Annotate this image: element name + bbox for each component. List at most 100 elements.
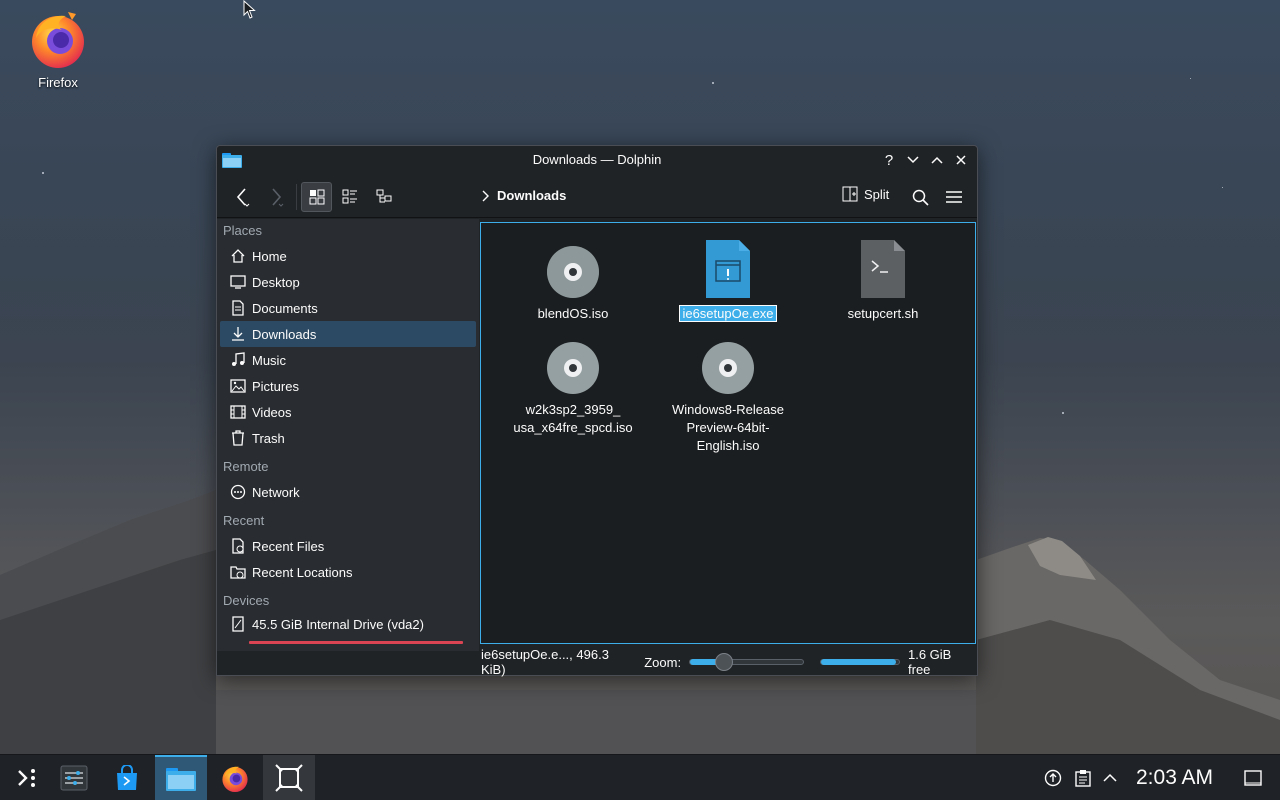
taskbar-firefox[interactable]	[209, 755, 261, 800]
tray-clipboard[interactable]	[1073, 755, 1093, 800]
compact-view-button[interactable]	[335, 182, 365, 212]
hamburger-menu-icon	[946, 191, 962, 203]
tray-expand-button[interactable]	[1100, 755, 1120, 800]
sidebar-item-label: Recent Files	[252, 538, 325, 554]
file-name-line: usa_x64fre_spcd.iso	[513, 420, 633, 435]
selection-info: ie6setupOe.e..., 496.3 KiB)	[481, 647, 609, 677]
application-launcher[interactable]	[0, 755, 52, 800]
maximize-button[interactable]	[927, 150, 947, 170]
application-launcher-icon	[18, 769, 35, 787]
firefox-icon	[222, 766, 248, 793]
disc-image-icon	[702, 342, 754, 394]
sidebar-item-internal-drive[interactable]: 45.5 GiB Internal Drive (vda2)	[220, 613, 476, 635]
zoom-label: Zoom:	[644, 654, 682, 670]
file-name: w2k3sp2_3959_ usa_x64fre_spcd.iso	[503, 401, 643, 437]
sidebar-item-label: Desktop	[252, 274, 300, 290]
taskbar-screenshot-tool[interactable]	[263, 755, 315, 800]
taskbar-system-settings[interactable]	[48, 755, 100, 800]
disc-image-icon	[547, 246, 599, 298]
section-devices: Devices	[223, 593, 270, 608]
file-item[interactable]: blendOS.iso	[503, 235, 643, 323]
zoom-slider-handle[interactable]	[715, 653, 734, 671]
sidebar-item-desktop[interactable]: Desktop	[220, 269, 476, 295]
taskbar-dolphin[interactable]	[155, 755, 207, 800]
split-view-icon	[842, 186, 858, 202]
sidebar-item-network[interactable]: Network	[220, 479, 476, 505]
search-icon	[912, 189, 929, 206]
digital-clock[interactable]: 2:03 AM	[1136, 766, 1213, 790]
executable-icon	[706, 240, 750, 298]
taskbar-discover[interactable]	[101, 755, 153, 800]
sidebar-item-recent-locations[interactable]: Recent Locations	[220, 559, 476, 585]
sidebar-item-trash[interactable]: Trash	[220, 425, 476, 451]
music-icon	[230, 352, 246, 368]
sidebar-item-label: 45.5 GiB Internal Drive (vda2)	[252, 616, 424, 632]
grid-view-icon	[309, 189, 324, 205]
forward-button[interactable]	[261, 182, 291, 212]
desktop-icon-firefox[interactable]: Firefox	[22, 8, 94, 90]
file-name: blendOS.iso	[537, 306, 609, 321]
arrow-right-icon	[272, 188, 284, 207]
split-label: Split	[864, 186, 890, 202]
free-space-fill	[821, 659, 896, 665]
sidebar-item-label: Music	[252, 352, 286, 368]
file-name-line: Preview-64bit-	[686, 420, 770, 435]
split-button[interactable]: Split	[842, 186, 889, 202]
clipboard-icon	[1075, 770, 1091, 787]
taskbar: 2:03 AM	[0, 754, 1280, 800]
zoom-slider[interactable]	[689, 653, 805, 671]
menu-button[interactable]	[940, 182, 968, 212]
section-places: Places	[223, 223, 263, 238]
back-button[interactable]	[227, 182, 257, 212]
discover-store-icon	[117, 765, 137, 790]
sidebar-item-downloads[interactable]: Downloads	[220, 321, 476, 347]
breadcrumb-downloads[interactable]: Downloads	[497, 188, 566, 203]
toolbar: Downloads Split	[217, 174, 977, 218]
recent-locations-icon	[230, 564, 246, 580]
file-name-line: English.iso	[696, 438, 760, 453]
close-icon	[956, 155, 966, 165]
drive-icon	[230, 616, 246, 632]
search-button[interactable]	[906, 182, 934, 212]
compact-view-icon	[342, 189, 357, 204]
download-icon	[230, 326, 246, 342]
mouse-cursor-icon	[243, 0, 256, 19]
sidebar-item-pictures[interactable]: Pictures	[220, 373, 476, 399]
sidebar-item-label: Downloads	[252, 326, 317, 342]
network-icon	[230, 484, 246, 500]
tree-view-icon	[376, 189, 392, 203]
file-item[interactable]: w2k3sp2_3959_ usa_x64fre_spcd.iso	[503, 331, 643, 437]
sidebar-item-home[interactable]: Home	[220, 243, 476, 269]
tray-updates[interactable]	[1043, 755, 1063, 800]
file-name: setupcert.sh	[847, 306, 919, 321]
close-button[interactable]	[951, 150, 971, 170]
places-panel: Places Home Desktop Documents Downloads …	[217, 219, 479, 651]
desktop-icon-label: Firefox	[38, 75, 78, 90]
help-button[interactable]: ?	[879, 150, 899, 170]
sidebar-item-documents[interactable]: Documents	[220, 295, 476, 321]
free-space-label: 1.6 GiB free	[908, 647, 952, 677]
details-view-button[interactable]	[369, 182, 399, 212]
show-desktop-button[interactable]	[1242, 755, 1264, 800]
sidebar-item-recent-files[interactable]: Recent Files	[220, 533, 476, 559]
file-name: Windows8-Release Preview-64bit- English.is…	[658, 401, 798, 455]
file-item-selected[interactable]: ie6setupOe.exe	[658, 235, 798, 323]
window-title: Downloads — Dolphin	[532, 152, 662, 167]
sidebar-item-label: Trash	[252, 430, 285, 446]
pictures-icon	[230, 378, 246, 394]
file-item[interactable]: Windows8-Release Preview-64bit- English.is…	[658, 331, 798, 455]
breadcrumb[interactable]: Downloads	[481, 188, 566, 203]
file-item[interactable]: setupcert.sh	[813, 235, 953, 323]
file-name-line: Windows8-Release	[672, 402, 784, 417]
screenshot-tool-icon	[275, 764, 303, 792]
sidebar-item-music[interactable]: Music	[220, 347, 476, 373]
arrow-left-icon	[236, 188, 250, 207]
file-view[interactable]: blendOS.iso ie6setupOe.exe setupcert.sh …	[480, 222, 976, 644]
sidebar-item-label: Videos	[252, 404, 292, 420]
minimize-button[interactable]	[903, 150, 923, 170]
sidebar-item-videos[interactable]: Videos	[220, 399, 476, 425]
section-remote: Remote	[223, 459, 269, 474]
icons-view-button[interactable]	[301, 182, 332, 212]
title-bar[interactable]: Downloads — Dolphin ?	[217, 146, 977, 174]
sidebar-item-label: Network	[252, 484, 300, 500]
